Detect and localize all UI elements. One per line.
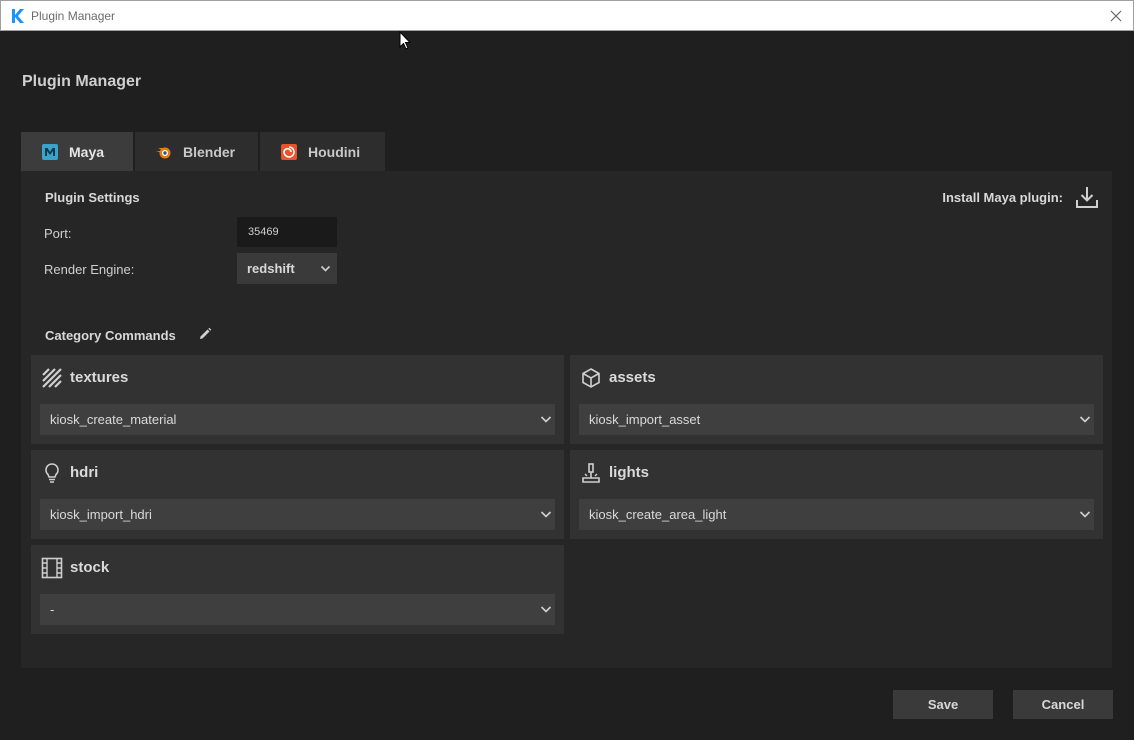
command-select-hdri[interactable]: kiosk_import_hdri (40, 499, 555, 530)
render-engine-label: Render Engine: (44, 262, 135, 277)
kiosk-logo-icon (12, 8, 24, 23)
tab-maya-label: Maya (69, 143, 105, 160)
blender-icon (156, 147, 171, 158)
save-button[interactable]: Save (893, 690, 993, 719)
render-engine-value: redshift (247, 261, 295, 276)
port-input[interactable] (237, 217, 337, 247)
window-close-button[interactable] (1107, 7, 1125, 25)
port-label: Port: (44, 226, 72, 241)
dcc-tabs: Maya Blender Houdini (21, 132, 387, 171)
chevron-down-icon (320, 265, 331, 272)
tab-houdini[interactable]: Houdini (260, 132, 385, 171)
edit-pencil-icon[interactable] (198, 327, 212, 341)
window-title: Plugin Manager (31, 8, 116, 23)
tab-blender[interactable]: Blender (135, 132, 258, 171)
command-value: kiosk_create_area_light (589, 507, 727, 522)
category-card-stock: stock - (31, 545, 564, 634)
tab-maya[interactable]: Maya (21, 132, 133, 171)
chevron-down-icon (540, 606, 552, 613)
install-plugin-label: Install Maya plugin: (942, 190, 1063, 205)
film-icon (41, 557, 63, 579)
category-card-assets: assets kiosk_import_asset (570, 355, 1103, 444)
command-select-textures[interactable]: kiosk_create_material (40, 404, 555, 435)
command-value: kiosk_create_material (50, 412, 177, 427)
plugin-settings-heading: Plugin Settings (45, 190, 140, 205)
category-title: lights (609, 464, 649, 481)
download-icon[interactable] (1075, 185, 1099, 209)
command-value: - (50, 602, 55, 617)
textures-icon (42, 368, 62, 388)
chevron-down-icon (1079, 511, 1091, 518)
plugin-panel: Plugin Settings Port: Render Engine: red… (21, 171, 1112, 668)
houdini-icon (281, 143, 297, 160)
category-card-hdri: hdri kiosk_import_hdri (31, 450, 564, 539)
command-value: kiosk_import_hdri (50, 507, 152, 522)
category-title: textures (70, 369, 129, 386)
maya-icon (42, 143, 58, 160)
tab-blender-label: Blender (183, 143, 236, 160)
command-value: kiosk_import_asset (589, 412, 701, 427)
command-select-lights[interactable]: kiosk_create_area_light (579, 499, 1094, 530)
chevron-down-icon (540, 511, 552, 518)
close-icon (1110, 10, 1122, 22)
category-commands-heading: Category Commands (45, 328, 176, 343)
chevron-down-icon (540, 416, 552, 423)
command-select-assets[interactable]: kiosk_import_asset (579, 404, 1094, 435)
chevron-down-icon (1079, 416, 1091, 423)
render-engine-select[interactable]: redshift (237, 253, 337, 284)
category-title: hdri (70, 464, 99, 481)
page-title: Plugin Manager (22, 73, 142, 90)
tab-houdini-label: Houdini (308, 143, 361, 160)
category-title: stock (70, 559, 110, 576)
category-card-lights: lights kiosk_create_area_light (570, 450, 1103, 539)
category-title: assets (609, 369, 656, 386)
cube-icon (582, 368, 600, 388)
cancel-button[interactable]: Cancel (1013, 690, 1113, 719)
mouse-pointer-icon (399, 31, 411, 50)
category-card-textures: textures kiosk_create_material (31, 355, 564, 444)
window-titlebar: Plugin Manager (0, 0, 1134, 31)
light-stand-icon (582, 463, 600, 483)
command-select-stock[interactable]: - (40, 594, 555, 625)
lightbulb-icon (45, 463, 59, 483)
